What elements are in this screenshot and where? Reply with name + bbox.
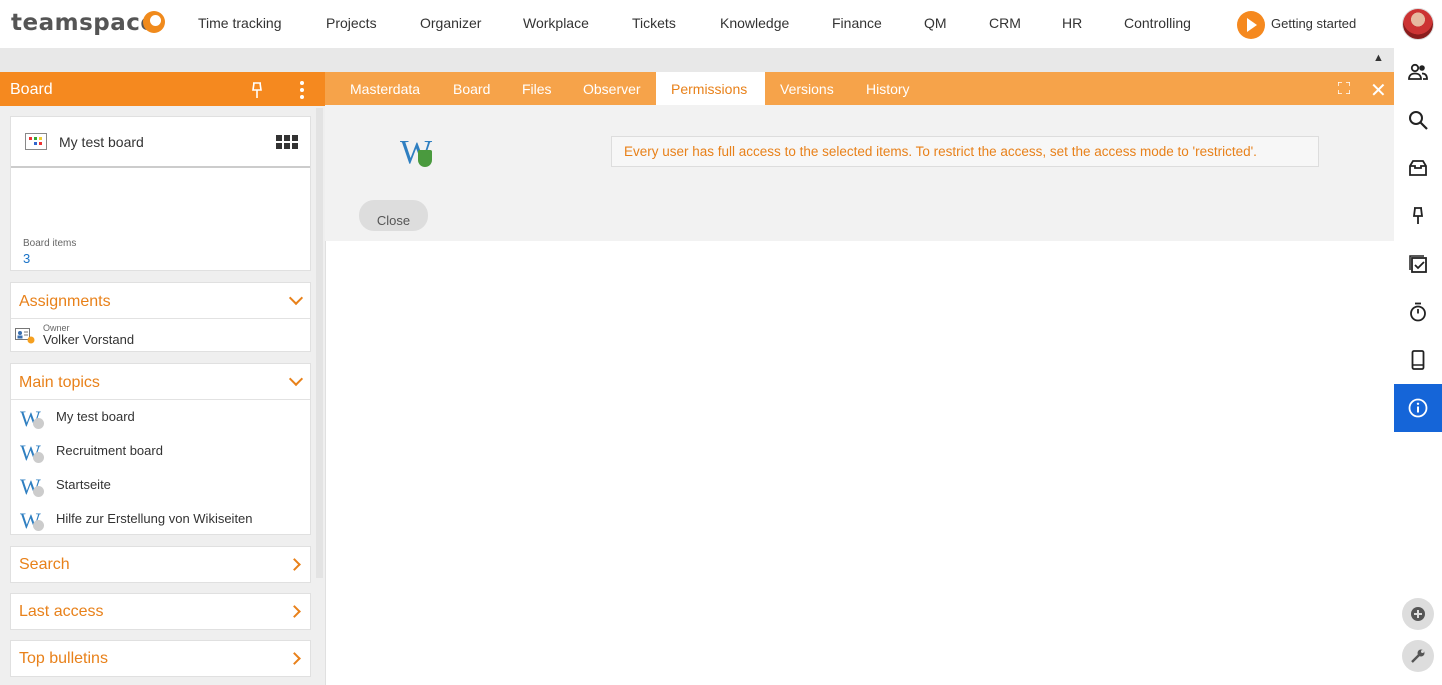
main-topics-title[interactable]: Main topics [19, 374, 100, 392]
more-options-icon[interactable] [297, 80, 307, 100]
wiki-badge-icon [33, 452, 44, 463]
board-items-count[interactable]: 3 [23, 251, 30, 266]
pin-icon [1412, 207, 1424, 224]
left-panel-title: Board [10, 81, 53, 98]
nav-workplace[interactable]: Workplace [523, 15, 589, 31]
rail-timer[interactable] [1394, 288, 1442, 336]
nav-finance[interactable]: Finance [832, 15, 882, 31]
board-divider [11, 166, 310, 168]
owner-name[interactable]: Volker Vorstand [43, 332, 134, 347]
topic-item[interactable]: W Hilfe zur Erstellung von Wikiseiten [11, 502, 310, 536]
left-panel-header: Board [0, 72, 325, 106]
collapse-strip [0, 48, 1394, 72]
nav-knowledge[interactable]: Knowledge [720, 15, 789, 31]
nav-time-tracking[interactable]: Time tracking [198, 15, 282, 31]
rail-pin[interactable] [1394, 192, 1442, 240]
search-icon [1409, 111, 1428, 130]
chevron-right-icon [288, 652, 301, 665]
chevron-down-icon[interactable] [288, 371, 304, 387]
add-icon [1411, 607, 1425, 621]
topic-label: My test board [56, 409, 135, 424]
close-button[interactable]: Close [359, 200, 428, 231]
board-icon [25, 133, 47, 150]
topic-item[interactable]: W Startseite [11, 468, 310, 502]
owner-card-icon [15, 328, 35, 344]
topic-item[interactable]: W Recruitment board [11, 434, 310, 468]
detail-tab-bar: Masterdata Board Files Observer Permissi… [325, 72, 1394, 105]
rail-people[interactable] [1394, 48, 1442, 96]
assignments-title[interactable]: Assignments [19, 293, 111, 311]
main-topics-section: Main topics W My test board W Recruitmen… [10, 363, 311, 535]
pin-icon[interactable] [248, 81, 266, 99]
top-navigation: teamspace Time tracking Projects Organiz… [0, 0, 1442, 48]
tab-board[interactable]: Board [453, 72, 490, 105]
rail-mobile[interactable] [1394, 336, 1442, 384]
collapse-up-icon[interactable]: ▲ [1373, 52, 1384, 64]
wiki-badge-icon [33, 418, 44, 429]
assignments-section: Assignments Owner Volker Vorstand [10, 282, 311, 352]
add-button[interactable] [1402, 598, 1434, 630]
wiki-badge-icon [33, 520, 44, 531]
settings-button[interactable] [1402, 640, 1434, 672]
timer-icon [1410, 302, 1426, 322]
tab-files[interactable]: Files [522, 72, 552, 105]
chevron-down-icon[interactable] [288, 290, 304, 306]
rail-info[interactable] [1394, 384, 1442, 432]
topic-item[interactable]: W My test board [11, 400, 310, 434]
expand-icon[interactable] [1338, 82, 1350, 94]
wrench-icon [1411, 649, 1425, 663]
top-bulletins-title: Top bulletins [19, 650, 108, 667]
last-access-section[interactable]: Last access [10, 593, 311, 630]
permissions-info-message: Every user has full access to the select… [611, 136, 1319, 167]
shield-icon [418, 150, 432, 167]
nav-projects[interactable]: Projects [326, 15, 377, 31]
topic-label: Startseite [56, 477, 111, 492]
wiki-badge-icon [33, 486, 44, 497]
info-icon [1408, 398, 1428, 418]
rail-search[interactable] [1394, 96, 1442, 144]
board-card: My test board Board items 3 [10, 116, 311, 271]
search-section[interactable]: Search [10, 546, 311, 583]
brand-logo-mark-icon [143, 11, 165, 33]
left-panel: Board My test board Board items 3 Assign… [0, 72, 325, 685]
tab-versions[interactable]: Versions [780, 72, 834, 105]
board-items-label: Board items [23, 238, 77, 249]
nav-controlling[interactable]: Controlling [1124, 15, 1191, 31]
brand-logo[interactable]: teamspace [11, 10, 157, 36]
grid-view-icon[interactable] [276, 135, 298, 149]
people-icon [1408, 63, 1428, 80]
mobile-icon [1411, 350, 1425, 370]
tab-permissions[interactable]: Permissions [656, 72, 765, 105]
chevron-right-icon [288, 558, 301, 571]
tab-observer[interactable]: Observer [583, 72, 641, 105]
right-rail [1394, 48, 1442, 685]
topic-label: Hilfe zur Erstellung von Wikiseiten [56, 511, 253, 526]
rail-tasks[interactable] [1394, 240, 1442, 288]
last-access-title: Last access [19, 603, 104, 620]
board-name: My test board [59, 134, 144, 150]
nav-hr[interactable]: HR [1062, 15, 1082, 31]
permissions-panel: W Every user has full access to the sele… [325, 105, 1394, 241]
tab-masterdata[interactable]: Masterdata [350, 72, 420, 105]
rail-inbox[interactable] [1394, 144, 1442, 192]
nav-organizer[interactable]: Organizer [420, 15, 481, 31]
chevron-right-icon [288, 605, 301, 618]
left-panel-scrollbar[interactable] [316, 108, 323, 578]
user-avatar[interactable] [1402, 8, 1434, 40]
task-icon [1409, 255, 1427, 273]
nav-tickets[interactable]: Tickets [632, 15, 676, 31]
top-bulletins-section[interactable]: Top bulletins [10, 640, 311, 677]
tab-history[interactable]: History [866, 72, 910, 105]
getting-started-link[interactable]: Getting started [1271, 16, 1356, 31]
section-divider [11, 318, 310, 319]
nav-crm[interactable]: CRM [989, 15, 1021, 31]
search-title: Search [19, 556, 70, 573]
inbox-icon [1409, 160, 1427, 176]
topic-label: Recruitment board [56, 443, 163, 458]
close-icon[interactable]: ✕ [1370, 78, 1387, 103]
nav-qm[interactable]: QM [924, 15, 947, 31]
getting-started-play-icon[interactable] [1237, 11, 1265, 39]
